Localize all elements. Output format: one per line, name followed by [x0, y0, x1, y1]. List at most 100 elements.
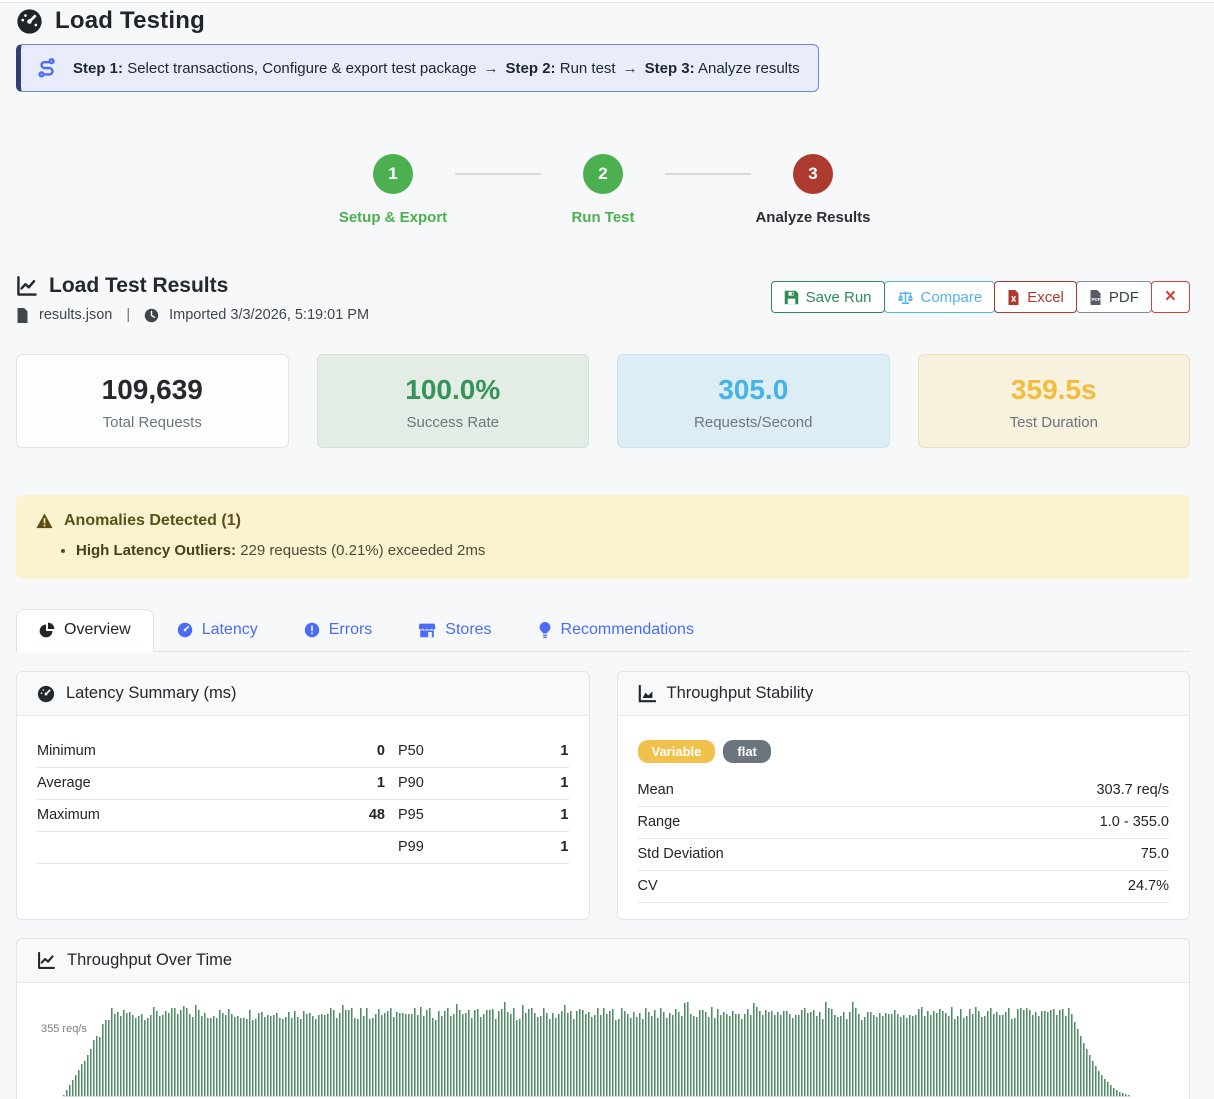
bar: [744, 1014, 746, 1096]
pie-chart-icon: [39, 622, 55, 638]
bar: [516, 1020, 518, 1096]
bar: [165, 1011, 167, 1096]
bar: [948, 1016, 950, 1096]
bar: [1065, 1016, 1067, 1096]
bar: [906, 1018, 908, 1096]
step-circle-1[interactable]: 1: [373, 154, 413, 194]
bar: [888, 1014, 890, 1096]
file-name: results.json: [39, 307, 112, 323]
bar: [285, 1017, 287, 1096]
bar: [168, 1013, 170, 1096]
bar: [666, 1018, 668, 1096]
bar: [912, 1016, 914, 1096]
bar: [351, 1008, 353, 1096]
bar: [624, 1011, 626, 1096]
close-button[interactable]: ×: [1151, 281, 1190, 313]
bar: [330, 1008, 332, 1096]
tab-recommendations[interactable]: Recommendations: [515, 609, 717, 651]
tab-errors[interactable]: Errors: [281, 609, 396, 651]
bar: [240, 1018, 242, 1096]
bar: [231, 1014, 233, 1096]
tab-stores[interactable]: Stores: [395, 609, 514, 651]
bar: [126, 1013, 128, 1096]
bar: [486, 1010, 488, 1096]
excel-export-button[interactable]: Excel: [994, 281, 1077, 313]
bar: [201, 1016, 203, 1096]
bar: [267, 1015, 269, 1096]
bar: [1029, 1010, 1031, 1096]
bar: [129, 1012, 131, 1096]
bar: [513, 1008, 515, 1096]
throughput-chart-header: Throughput Over Time: [17, 939, 1189, 983]
bar: [528, 1009, 530, 1096]
bar: [492, 1009, 494, 1096]
bar: [573, 1019, 575, 1096]
bar: [471, 1018, 473, 1096]
bar: [702, 1010, 704, 1096]
stability-badges: Variable flat: [638, 740, 1170, 763]
tab-overview[interactable]: Overview: [16, 609, 154, 652]
bar: [222, 1013, 224, 1096]
bar: [108, 1020, 110, 1096]
bar: [93, 1040, 95, 1096]
stat-value: 109,639: [25, 374, 280, 406]
bar: [1101, 1075, 1103, 1096]
pdf-export-button[interactable]: PDF PDF: [1076, 281, 1152, 313]
bar: [771, 1011, 773, 1096]
bar: [420, 1007, 422, 1096]
bar: [540, 1016, 542, 1096]
bar: [66, 1090, 68, 1096]
bar: [246, 1019, 248, 1096]
bar: [414, 1008, 416, 1096]
tab-latency[interactable]: Latency: [154, 609, 281, 651]
bar: [1095, 1066, 1097, 1096]
bar: [831, 1009, 833, 1096]
y-axis-label: 355 req/s: [41, 1023, 87, 1035]
bar: [879, 1013, 881, 1096]
throughput-bars: [63, 995, 1131, 1097]
bar: [618, 1019, 620, 1096]
bar: [657, 1018, 659, 1096]
stat-success-rate: 100.0% Success Rate: [317, 354, 590, 448]
bar: [606, 1014, 608, 1096]
step-circle-2[interactable]: 2: [583, 154, 623, 194]
bar: [783, 1011, 785, 1096]
bar: [447, 1008, 449, 1096]
step-circle-3[interactable]: 3: [793, 154, 833, 194]
bar: [633, 1012, 635, 1096]
bar: [483, 1014, 485, 1096]
bar: [360, 1008, 362, 1096]
bar: [576, 1011, 578, 1096]
bar: [957, 1016, 959, 1096]
bar: [807, 1013, 809, 1096]
bar: [774, 1015, 776, 1096]
bar: [177, 1014, 179, 1096]
results-title: Load Test Results: [49, 274, 228, 298]
badge-flat: flat: [723, 740, 771, 763]
bar: [444, 1011, 446, 1096]
arrow-2: →: [623, 60, 638, 77]
stepper-connector: [665, 173, 751, 175]
bar: [996, 1012, 998, 1096]
bar: [282, 1019, 284, 1096]
bar: [441, 1016, 443, 1096]
clock-icon: [144, 308, 159, 323]
bar: [426, 1010, 428, 1096]
step-label-2: Run Test: [571, 209, 634, 226]
bar: [399, 1013, 401, 1096]
bar: [1119, 1092, 1121, 1096]
save-icon: [784, 290, 799, 305]
anomalies-title-row: Anomalies Detected (1): [36, 512, 1170, 530]
bar: [717, 1009, 719, 1096]
bar: [627, 1014, 629, 1096]
bar: [654, 1010, 656, 1096]
bar: [387, 1011, 389, 1096]
bar: [333, 1010, 335, 1096]
bar: [636, 1017, 638, 1096]
bar: [981, 1017, 983, 1096]
save-run-button[interactable]: Save Run: [771, 281, 885, 313]
compare-button[interactable]: Compare: [884, 281, 996, 313]
bar: [954, 1019, 956, 1096]
bar: [546, 1013, 548, 1096]
bar: [348, 1010, 350, 1096]
